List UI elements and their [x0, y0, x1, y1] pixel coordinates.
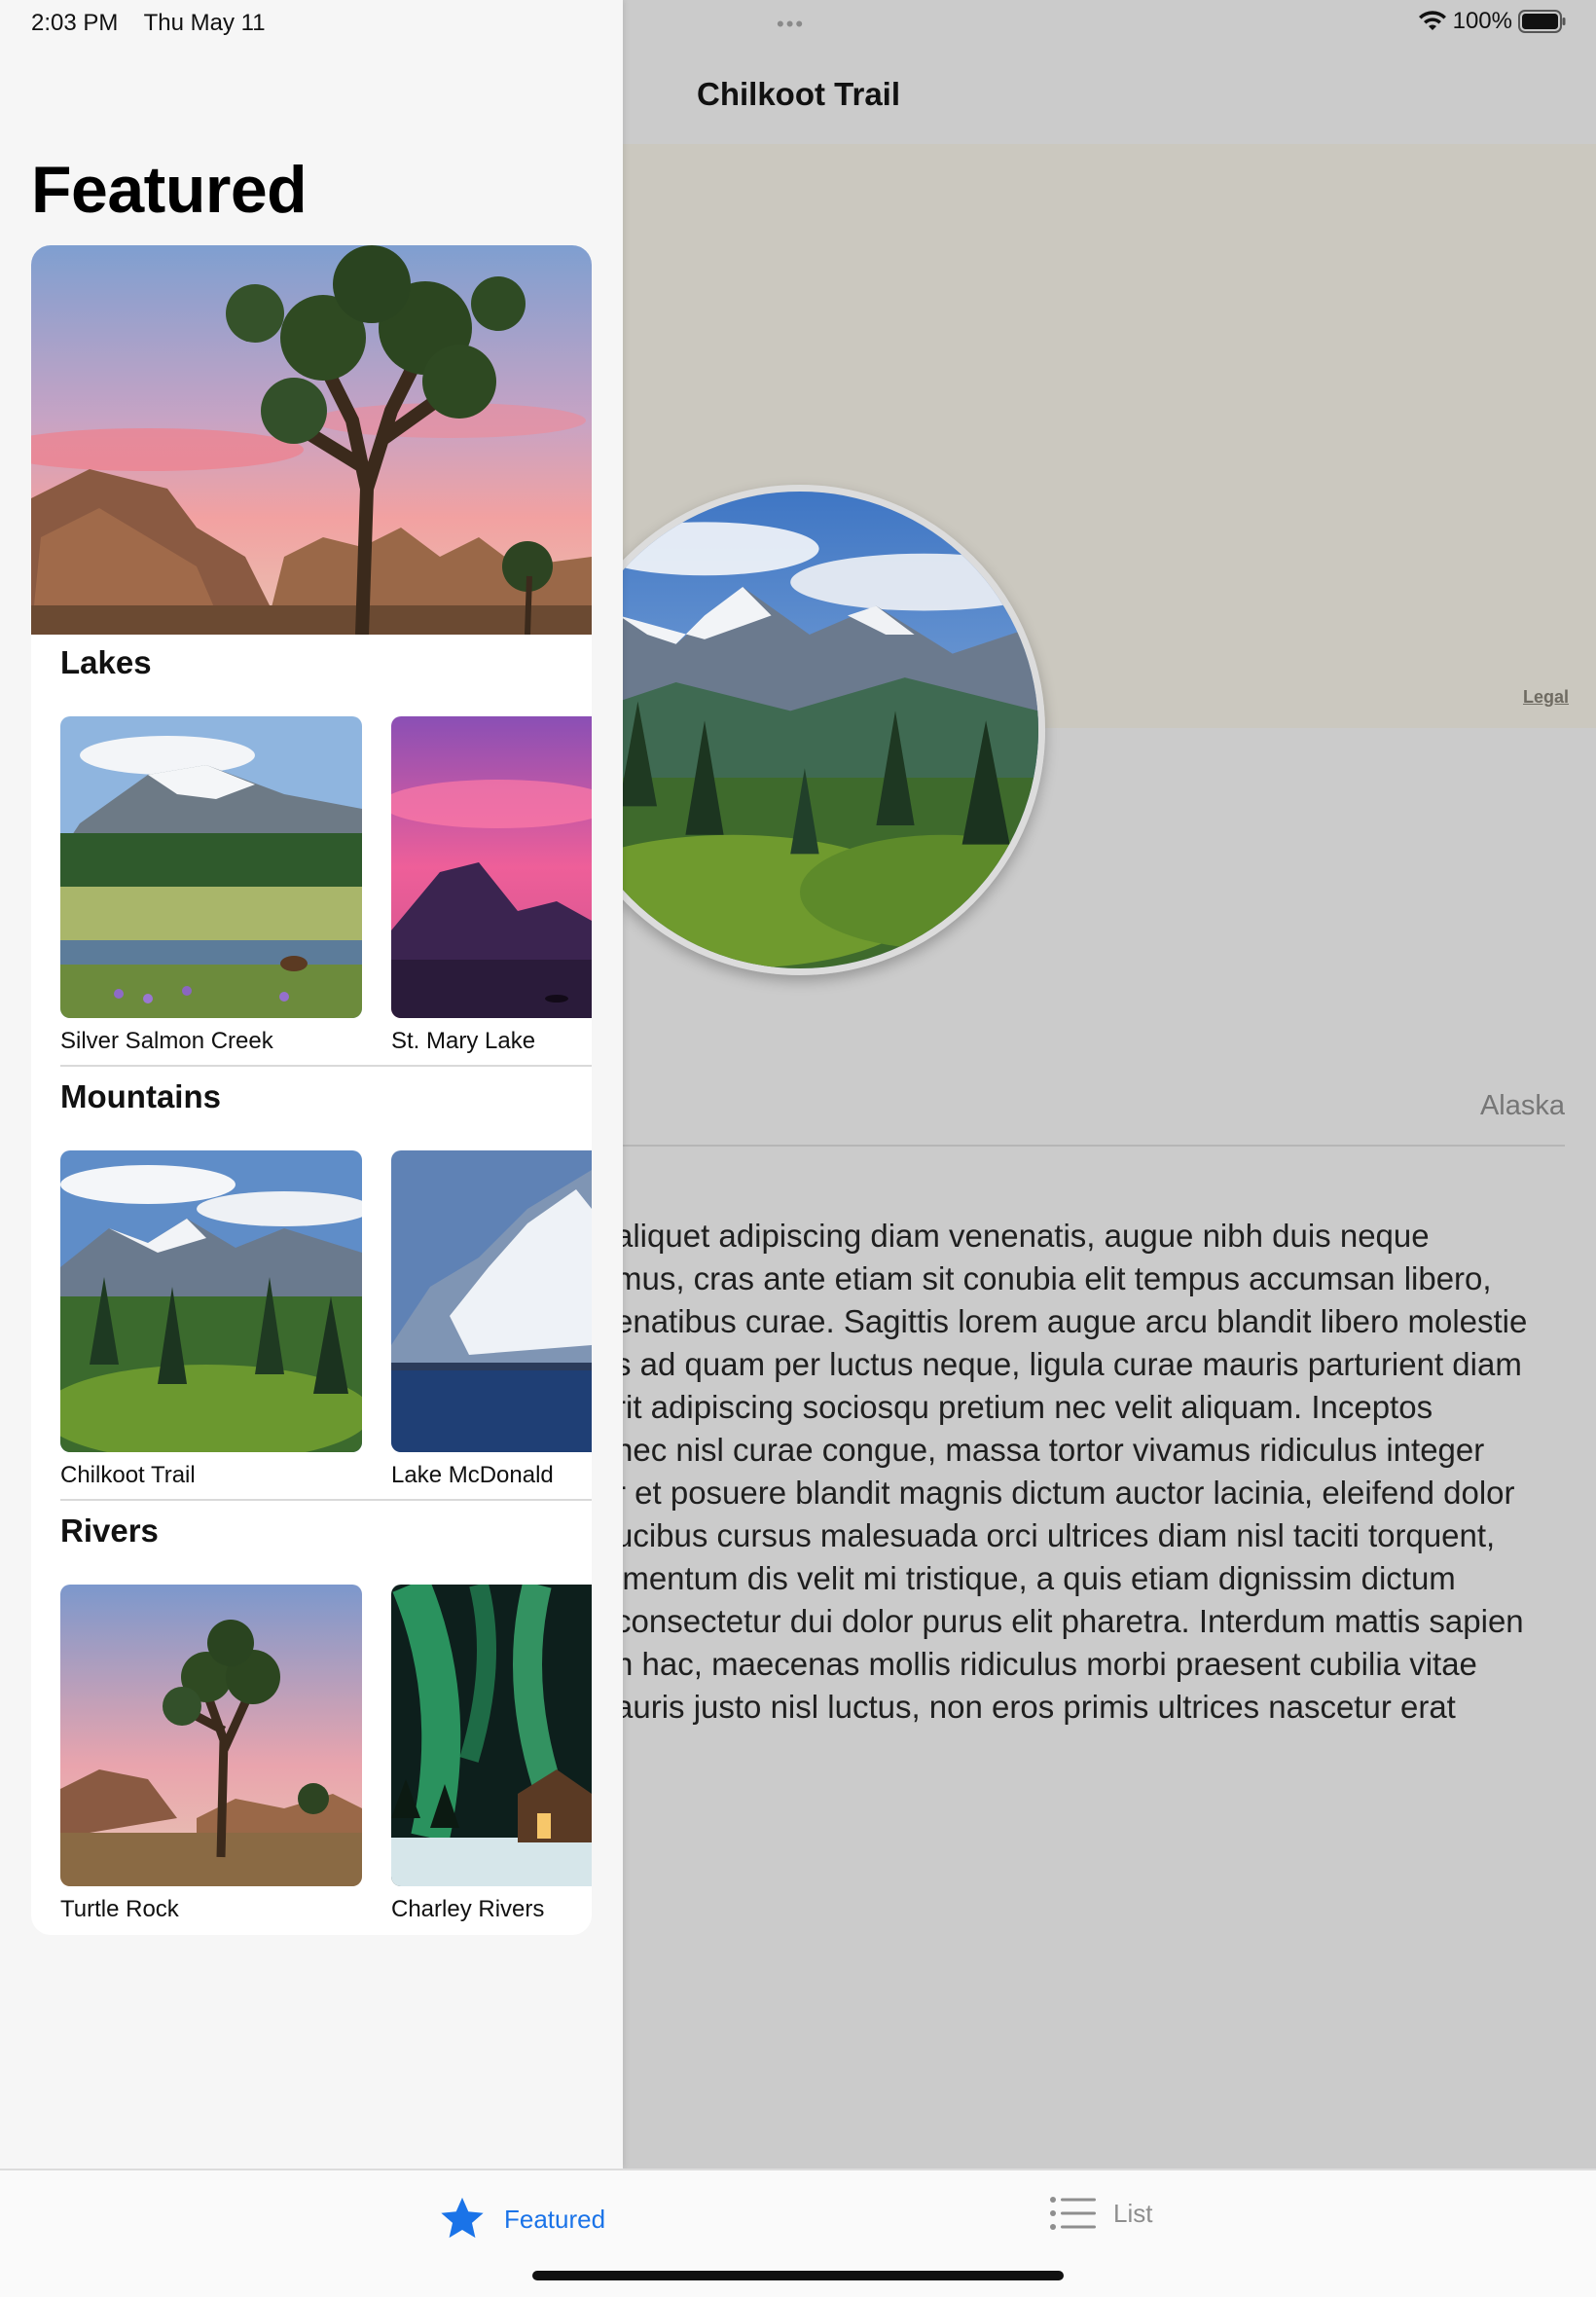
section-title-rivers: Rivers [60, 1513, 159, 1549]
status-clock: 2:03 PM [31, 10, 119, 36]
battery-percent: 100% [1452, 8, 1512, 34]
landmark-thumb-silver-salmon-creek[interactable] [60, 716, 362, 1018]
app-window: Chilkoot Trail Legal Alaska aliquet adip… [0, 0, 1596, 2297]
landmark-thumb-turtle-rock[interactable] [60, 1585, 362, 1886]
landmark-label: Lake McDonald [391, 1462, 554, 1488]
section-title-lakes: Lakes [60, 644, 152, 680]
description-line: aliquet adipiscing diam venenatis, augue… [615, 1218, 1430, 1254]
park-state-label: Alaska [1479, 1090, 1565, 1121]
landmark-label: Turtle Rock [60, 1896, 179, 1922]
description-line: enatibus curae. Sagittis lorem augue arc… [615, 1303, 1528, 1339]
landmark-label: Silver Salmon Creek [60, 1028, 273, 1054]
section-divider [60, 1499, 592, 1501]
sidebar: 2:03 PM Thu May 11 Featured Lakes Silver… [0, 0, 623, 2169]
description-text: aliquet adipiscing diam venenatis, augue… [615, 1215, 1573, 1729]
landmark-label: Chilkoot Trail [60, 1462, 196, 1488]
featured-card: Lakes Silver Salmon Creek St. Mary Lake … [31, 245, 592, 1935]
detail-divider [584, 1145, 1565, 1147]
status-right: 100% [1418, 8, 1567, 35]
description-line: nec nisl curae congue, massa tortor viva… [615, 1432, 1485, 1468]
landmark-circle-image [555, 485, 1045, 975]
description-line: consectetur dui dolor purus elit pharetr… [615, 1603, 1524, 1639]
description-line: imentum dis velit mi tristique, a quis e… [615, 1560, 1456, 1596]
battery-full-icon [1518, 10, 1566, 33]
landmark-label: St. Mary Lake [391, 1028, 536, 1054]
wifi-icon [1418, 11, 1446, 30]
tab-list[interactable]: List [1049, 2194, 1152, 2233]
section-title-mountains: Mountains [60, 1078, 221, 1114]
detail-nav-title: Chilkoot Trail [697, 76, 901, 112]
home-indicator[interactable] [532, 2271, 1064, 2280]
status-time: 2:03 PM Thu May 11 [31, 10, 266, 37]
description-line: s ad quam per luctus neque, ligula curae… [615, 1346, 1522, 1382]
tab-featured-label: Featured [504, 2204, 606, 2234]
landmark-thumb-lake-mcdonald[interactable] [391, 1150, 592, 1452]
landmark-thumb-charley-rivers[interactable] [391, 1585, 592, 1886]
star-icon [441, 2197, 484, 2239]
description-line: n hac, maecenas mollis ridiculus morbi p… [615, 1646, 1477, 1682]
tab-featured[interactable]: Featured [436, 2194, 605, 2244]
list-icon [1050, 2197, 1096, 2230]
description-line: ucibus cursus malesuada orci ultrices di… [615, 1517, 1496, 1553]
landmark-thumb-st-mary-lake[interactable] [391, 716, 592, 1018]
multitasking-handle[interactable]: ••• [777, 12, 805, 37]
featured-landmark-image[interactable] [31, 245, 592, 635]
landmark-thumb-chilkoot-trail[interactable] [60, 1150, 362, 1452]
map-legal-link[interactable]: Legal [1523, 687, 1569, 708]
page-title: Featured [31, 153, 308, 227]
landmark-label: Charley Rivers [391, 1896, 545, 1922]
description-line: mus, cras ante etiam sit conubia elit te… [615, 1260, 1492, 1296]
section-divider [60, 1065, 592, 1067]
description-line: rit adipiscing sociosqu pretium nec veli… [615, 1389, 1433, 1425]
description-line: auris justo nisl luctus, non eros primis… [615, 1689, 1456, 1725]
status-date: Thu May 11 [143, 10, 266, 36]
tab-list-label: List [1113, 2198, 1153, 2228]
description-line: r et posuere blandit magnis dictum aucto… [615, 1475, 1515, 1511]
